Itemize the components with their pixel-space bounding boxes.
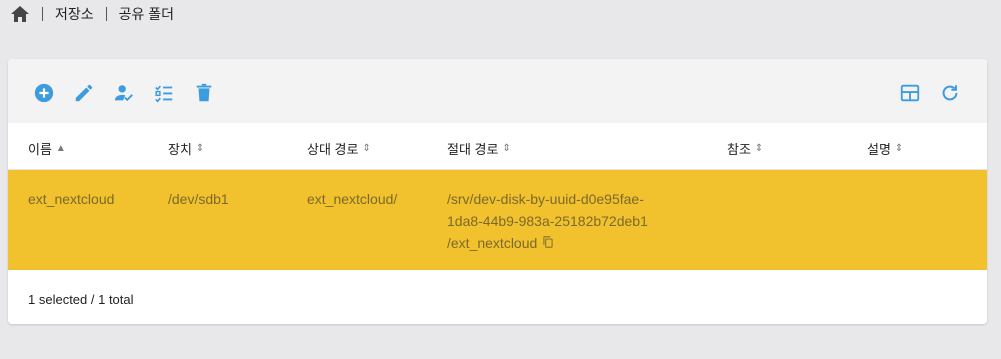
table-row[interactable]: ext_nextcloud /dev/sdb1 ext_nextcloud/ /… xyxy=(8,170,987,270)
checklist-icon xyxy=(155,85,173,103)
edit-pencil-icon xyxy=(75,84,93,102)
breadcrumb: 저장소 공유 폴더 xyxy=(10,4,174,24)
column-header-device[interactable]: 장치 ⇕ xyxy=(168,139,204,158)
breadcrumb-item-storage[interactable]: 저장소 xyxy=(55,4,94,24)
user-permission-icon xyxy=(114,85,133,102)
column-header-reference[interactable]: 참조 ⇕ xyxy=(727,139,763,158)
add-button[interactable] xyxy=(31,80,57,106)
columns-grid-icon xyxy=(900,84,920,102)
column-header-absolute-path[interactable]: 절대 경로 ⇕ xyxy=(447,139,511,158)
acl-button[interactable] xyxy=(151,80,177,106)
sort-icon: ⇕ xyxy=(195,143,205,154)
table-header: 이름 ▲ 장치 ⇕ 상대 경로 ⇕ 절대 경로 ⇕ 참조 ⇕ 설명 ⇕ xyxy=(8,123,987,170)
sort-icon: ⇕ xyxy=(502,143,511,154)
absolute-path-line: 1da8-44b9-983a-25182b72deb1 xyxy=(447,213,648,229)
absolute-path-line: /srv/dev-disk-by-uuid-d0e95fae- xyxy=(447,191,644,207)
column-header-description[interactable]: 설명 ⇕ xyxy=(867,139,903,158)
column-header-label: 상대 경로 xyxy=(307,142,359,157)
column-header-relative-path[interactable]: 상대 경로 ⇕ xyxy=(307,139,371,158)
column-header-label: 장치 xyxy=(168,142,192,157)
add-circle-icon xyxy=(34,83,54,103)
shared-folders-card: 이름 ▲ 장치 ⇕ 상대 경로 ⇕ 절대 경로 ⇕ 참조 ⇕ 설명 ⇕ ext_… xyxy=(8,59,987,324)
copy-icon[interactable] xyxy=(541,233,555,255)
sort-icon: ⇕ xyxy=(362,143,371,154)
breadcrumb-item-shared-folders: 공유 폴더 xyxy=(118,6,175,22)
edit-button[interactable] xyxy=(71,80,97,106)
table-footer: 1 selected / 1 total xyxy=(8,270,987,324)
sort-icon: ⇕ xyxy=(754,143,764,154)
permissions-button[interactable] xyxy=(111,80,137,106)
breadcrumb-separator xyxy=(105,7,107,21)
sort-ascending-icon: ▲ xyxy=(55,143,66,154)
delete-trash-icon xyxy=(196,83,212,102)
column-header-label: 참조 xyxy=(727,142,751,157)
breadcrumb-separator xyxy=(42,7,43,21)
sort-icon: ⇕ xyxy=(894,143,904,154)
refresh-button[interactable] xyxy=(937,80,963,106)
absolute-path-line: /ext_nextcloud xyxy=(447,235,538,251)
cell-name: ext_nextcloud xyxy=(28,191,115,207)
cell-relative-path: ext_nextcloud/ xyxy=(307,191,398,207)
column-header-name[interactable]: 이름 ▲ xyxy=(28,139,66,158)
refresh-icon xyxy=(942,85,958,101)
absolute-path-line-last: /ext_nextcloud xyxy=(447,232,677,255)
selection-status: 1 selected / 1 total xyxy=(28,292,134,307)
column-header-label: 이름 xyxy=(28,142,52,157)
column-header-label: 설명 xyxy=(867,142,891,157)
column-header-label: 절대 경로 xyxy=(447,142,499,157)
cell-absolute-path: /srv/dev-disk-by-uuid-d0e95fae- 1da8-44b… xyxy=(447,188,677,255)
home-icon[interactable] xyxy=(10,5,30,23)
toolbar xyxy=(8,59,987,123)
delete-button[interactable] xyxy=(191,80,217,106)
columns-button[interactable] xyxy=(897,80,923,106)
cell-device: /dev/sdb1 xyxy=(168,191,229,207)
